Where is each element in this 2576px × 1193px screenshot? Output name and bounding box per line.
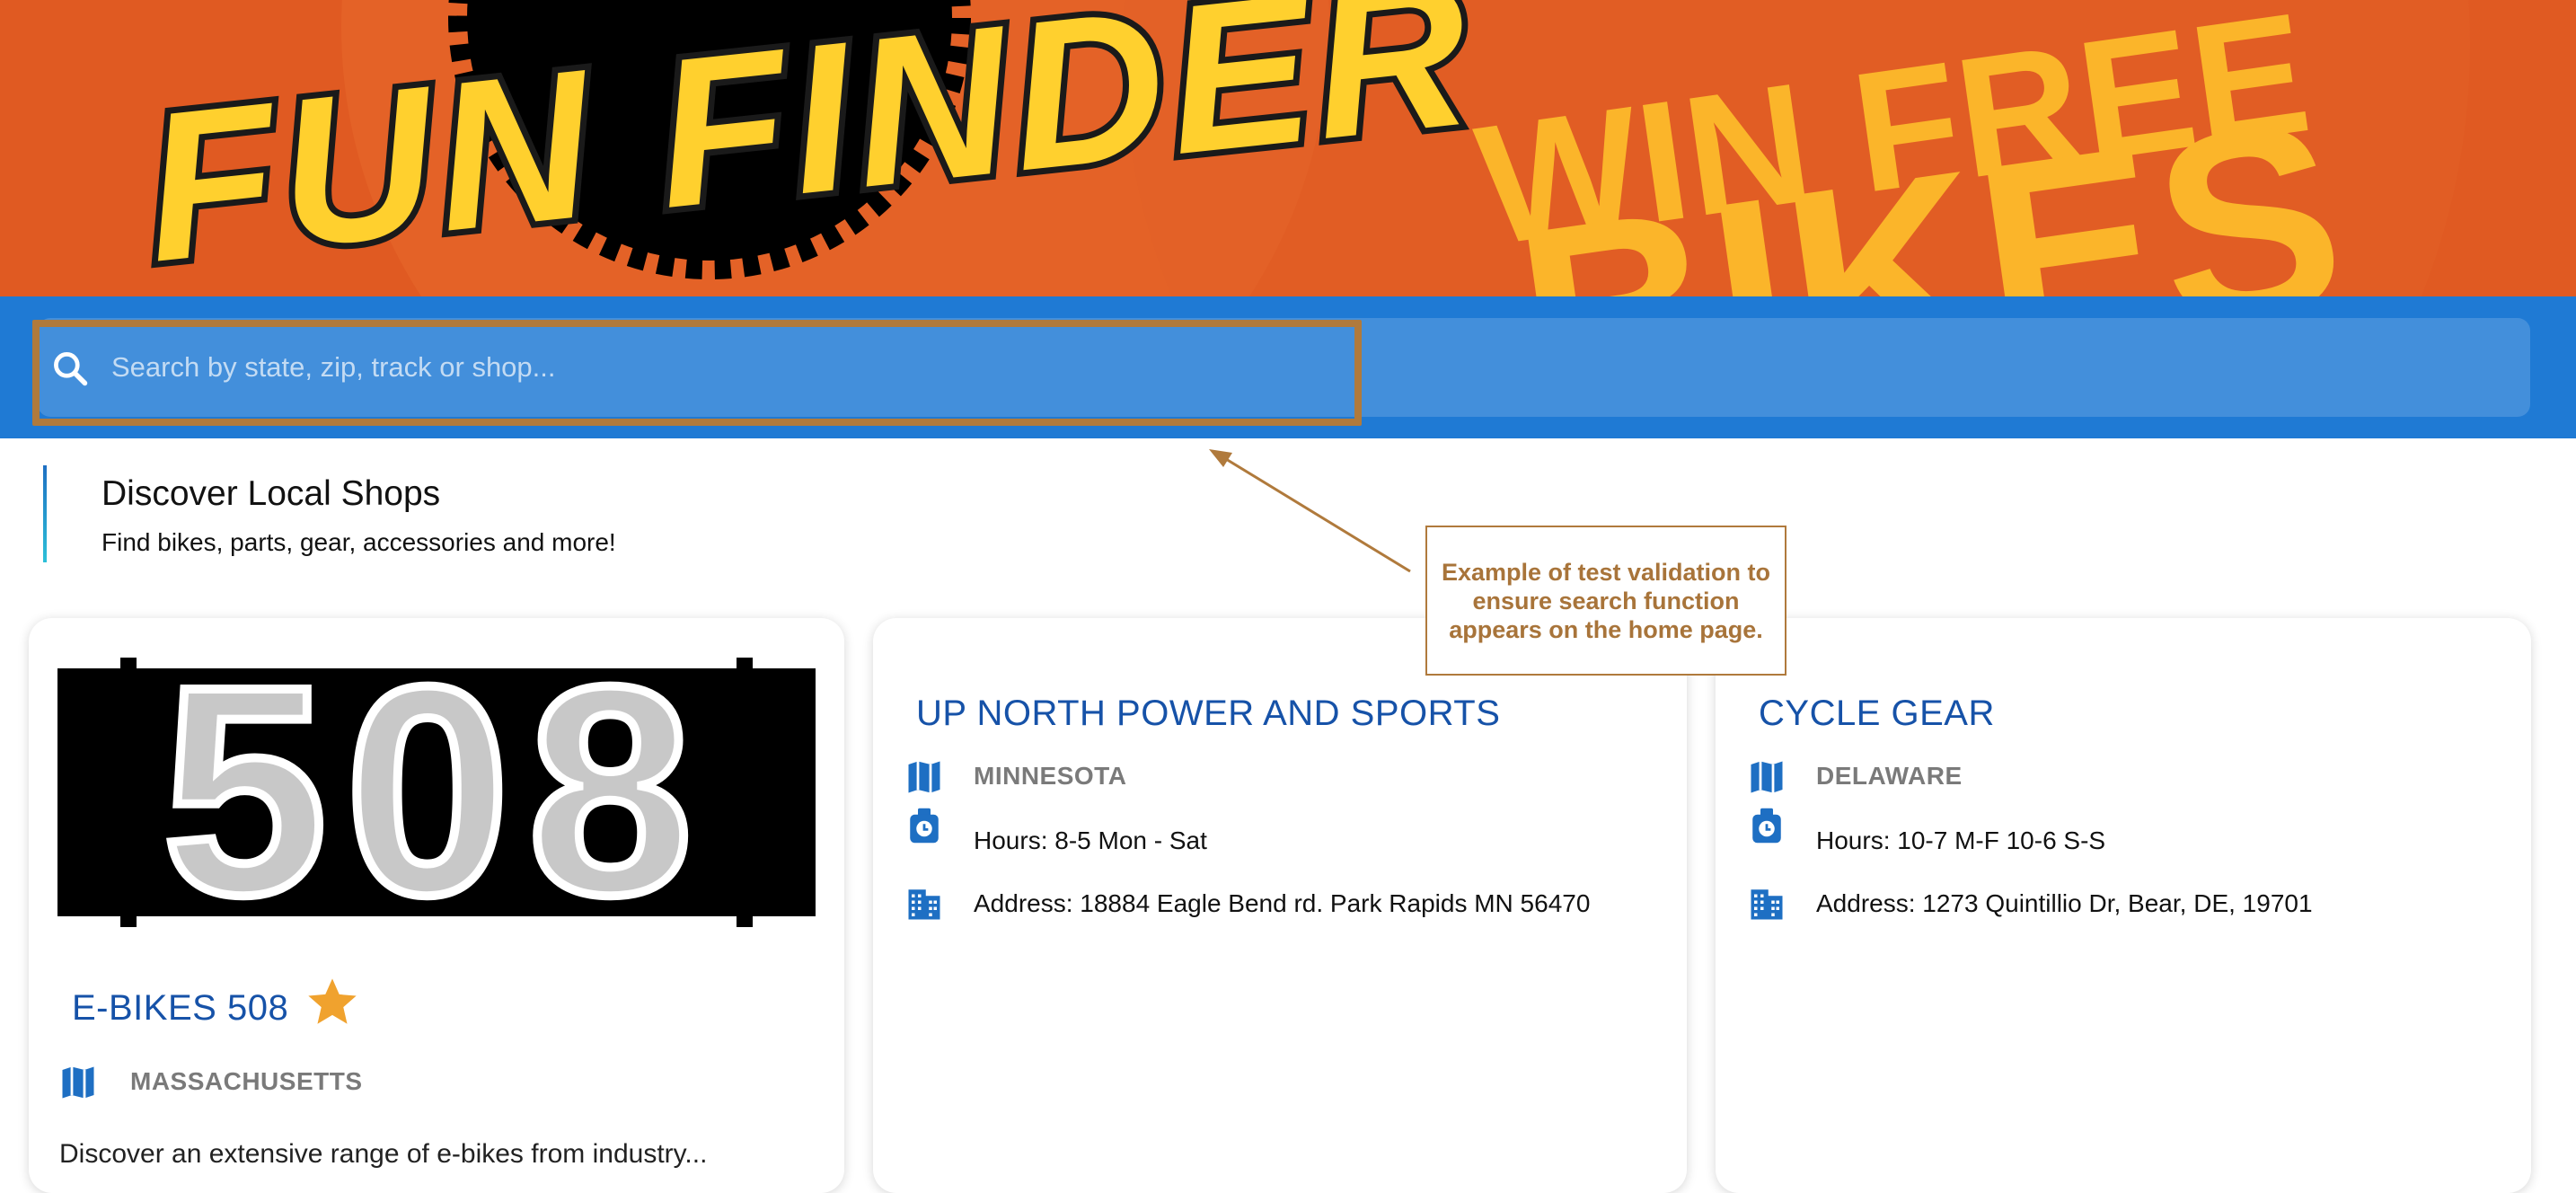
annotation-callout: Example of test validation to ensure sea… <box>1425 526 1786 676</box>
callout-arrow <box>1209 449 1411 573</box>
